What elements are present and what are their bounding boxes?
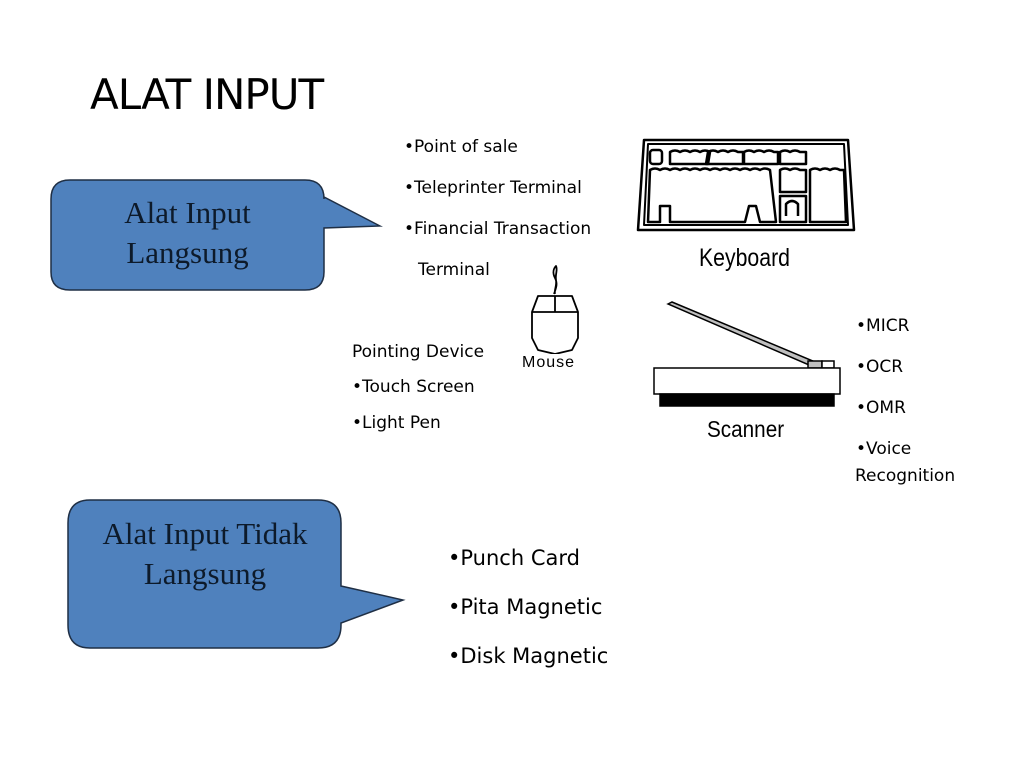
mouse-icon: [531, 265, 579, 354]
keyboard-icon: [636, 138, 856, 232]
callout-direct: Alat Input Langsung: [70, 193, 305, 273]
scanner-list-item: •Voice: [856, 439, 912, 459]
pointing-heading: Pointing Device: [352, 342, 485, 362]
pointing-list-item: •Light Pen: [352, 413, 441, 433]
mouse-caption: Mouse: [522, 354, 576, 371]
indirect-list-item: •Pita Magnetic: [448, 595, 603, 619]
scanner-list-item: •OCR: [856, 357, 904, 377]
scanner-list-item: Recognition: [855, 466, 956, 486]
scanner-caption: Scanner: [707, 416, 785, 442]
scanner-list-item: •MICR: [856, 316, 910, 336]
indirect-list-item: •Disk Magnetic: [448, 644, 609, 668]
direct-list-item: •Point of sale: [404, 137, 518, 157]
keyboard-caption: Keyboard: [699, 244, 790, 272]
direct-list-item: Terminal: [418, 260, 490, 280]
callout-indirect: Alat Input Tidak Langsung: [80, 514, 330, 594]
callout-direct-line1: Alat Input: [124, 195, 251, 230]
scanner-icon: [653, 301, 841, 407]
direct-list-item: •Financial Transaction: [404, 219, 592, 239]
scanner-list-item: •OMR: [856, 398, 906, 418]
callout-direct-line2: Langsung: [126, 235, 249, 270]
callout-indirect-line1: Alat Input Tidak: [102, 516, 308, 551]
indirect-list-item: •Punch Card: [448, 546, 580, 570]
direct-list-item: •Teleprinter Terminal: [404, 178, 582, 198]
pointing-list-item: •Touch Screen: [352, 377, 475, 397]
callout-indirect-line2: Langsung: [143, 556, 267, 591]
